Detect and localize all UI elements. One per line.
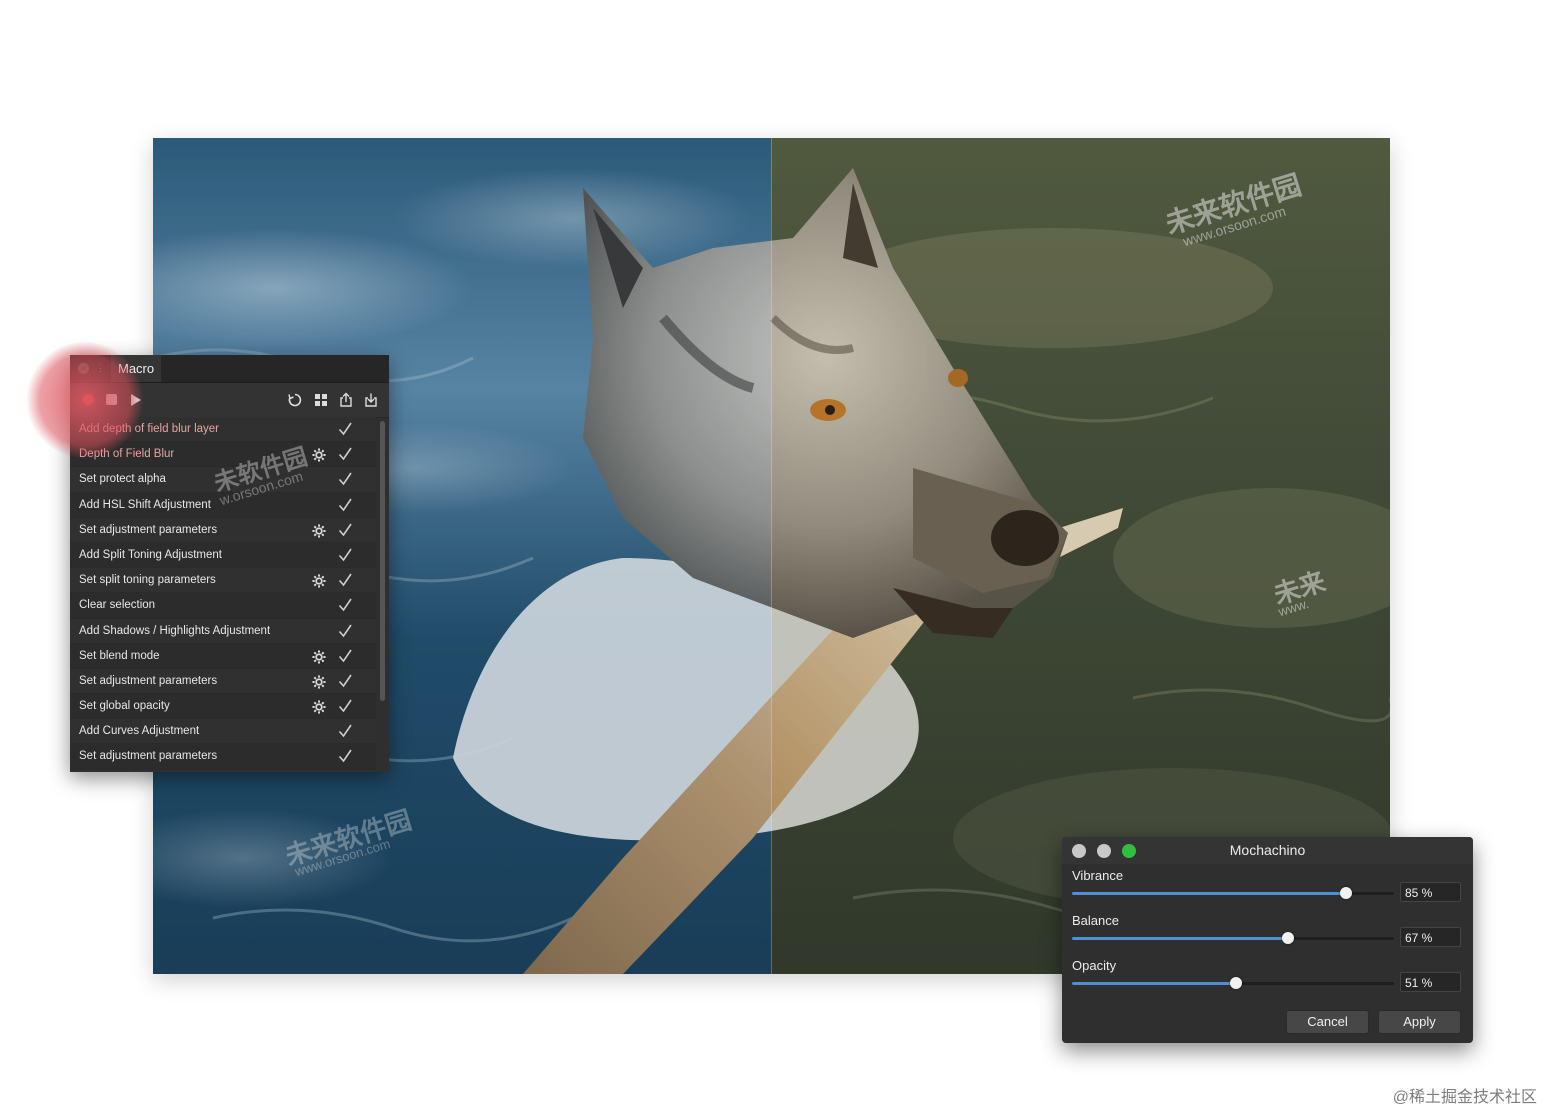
footer-credit: @稀土掘金技术社区 [1392,1089,1537,1106]
gear-icon[interactable] [312,649,326,664]
slider-value-field[interactable]: 85 % [1400,882,1461,902]
reset-icon[interactable] [287,392,303,408]
checkmark-icon[interactable] [337,748,353,764]
slider-label: Balance [1072,913,1119,928]
checkmark-icon[interactable] [337,471,353,487]
macro-scrollbar[interactable] [380,421,385,701]
gear-icon[interactable] [312,447,326,462]
checkmark-icon[interactable] [337,698,353,714]
checkmark-icon[interactable] [337,497,353,513]
checkmark-icon[interactable] [337,572,353,588]
macro-step-row[interactable]: Add Shadows / Highlights Adjustment [70,618,376,644]
gear-icon[interactable] [312,523,326,538]
grip-icon[interactable]: ⋮ [96,363,105,374]
slider-thumb[interactable] [1281,932,1294,944]
mochachino-dialog: Mochachino Vibrance 85 % Balance 67 % Opacit… [1062,837,1473,1043]
macro-step-row[interactable]: Add depth of field blur layer [70,417,376,443]
macro-step-row[interactable]: Set current selection [70,769,376,772]
macro-step-label: Add Split Toning Adjustment [79,548,222,561]
slider-opacity: Opacity 51 % [1072,958,1464,1002]
checkmark-icon[interactable] [337,648,353,664]
slider-balance: Balance 67 % [1072,913,1464,957]
dialog-titlebar: Mochachino [1062,837,1473,864]
macro-step-row[interactable]: Set adjustment parameters [70,668,376,695]
macro-step-row[interactable]: Add Split Toning Adjustment [70,542,376,569]
slider-track[interactable] [1072,977,1394,989]
before-after-divider [771,138,772,974]
checkmark-icon[interactable] [337,547,353,563]
slider-label: Opacity [1072,958,1117,973]
slider-track[interactable] [1072,887,1394,899]
library-icon[interactable] [313,392,329,408]
slider-thumb[interactable] [1339,887,1352,899]
macro-step-label: Set adjustment parameters [79,523,218,536]
macro-step-row[interactable]: Clear selection [70,593,376,619]
macro-tabbar: × ⋮ Macro [70,355,389,383]
macro-step-row[interactable]: Add Curves Adjustment [70,719,376,745]
dialog-title: Mochachino [1229,842,1306,858]
close-icon[interactable]: × [78,363,89,374]
slider-value-field[interactable]: 51 % [1400,972,1461,992]
macro-step-label: Add Curves Adjustment [79,725,200,738]
macro-step-row[interactable]: Set global opacity [70,694,376,720]
macro-step-label: Clear selection [79,599,156,612]
cancel-button[interactable]: Cancel [1286,1010,1369,1034]
checkmark-icon[interactable] [337,723,353,739]
slider-value-field[interactable]: 67 % [1400,927,1461,947]
gear-icon[interactable] [312,674,326,689]
play-icon[interactable] [128,392,144,408]
macro-step-label: Set protect alpha [79,473,166,486]
macro-step-label: Set adjustment parameters [79,750,218,763]
macro-step-label: Set adjustment parameters [79,674,218,687]
macro-step-row[interactable]: Set adjustment parameters [70,744,376,770]
slider-fill [1072,892,1346,895]
slider-track[interactable] [1072,932,1394,944]
slider-fill [1072,937,1288,940]
macro-step-row[interactable]: Set blend mode [70,643,376,669]
macro-step-row[interactable]: Set adjustment parameters [70,517,376,543]
record-icon[interactable] [81,392,97,408]
slider-thumb[interactable] [1230,977,1243,989]
slider-vibrance: Vibrance 85 % [1072,868,1464,912]
macro-step-label: Add HSL Shift Adjustment [79,498,211,511]
export-icon[interactable] [338,392,354,408]
macro-toolbar [70,383,389,418]
checkmark-icon[interactable] [337,421,353,437]
macro-step-label: Set global opacity [79,700,170,713]
slider-fill [1072,982,1237,985]
macro-step-label: Depth of Field Blur [79,448,175,461]
macro-step-label: Add depth of field blur layer [79,423,220,435]
slider-label: Vibrance [1072,868,1124,883]
tab-macro[interactable]: Macro [111,355,162,382]
stop-icon[interactable] [104,392,120,408]
checkmark-icon[interactable] [337,522,353,538]
gear-icon[interactable] [312,699,326,714]
apply-button[interactable]: Apply [1378,1010,1461,1034]
checkmark-icon[interactable] [337,673,353,689]
checkmark-icon[interactable] [337,623,353,639]
macro-step-label: Set blend mode [79,649,160,662]
macro-step-label: Add Shadows / Highlights Adjustment [79,624,271,637]
checkmark-icon[interactable] [337,446,353,462]
macro-step-row[interactable]: Set split toning parameters [70,568,376,594]
macro-step-label: Set split toning parameters [79,574,216,587]
macro-panel: × ⋮ Macro Add depth of field blur layer D… [70,355,389,772]
import-icon[interactable] [363,392,379,408]
checkmark-icon[interactable] [337,597,353,613]
gear-icon[interactable] [312,573,326,588]
